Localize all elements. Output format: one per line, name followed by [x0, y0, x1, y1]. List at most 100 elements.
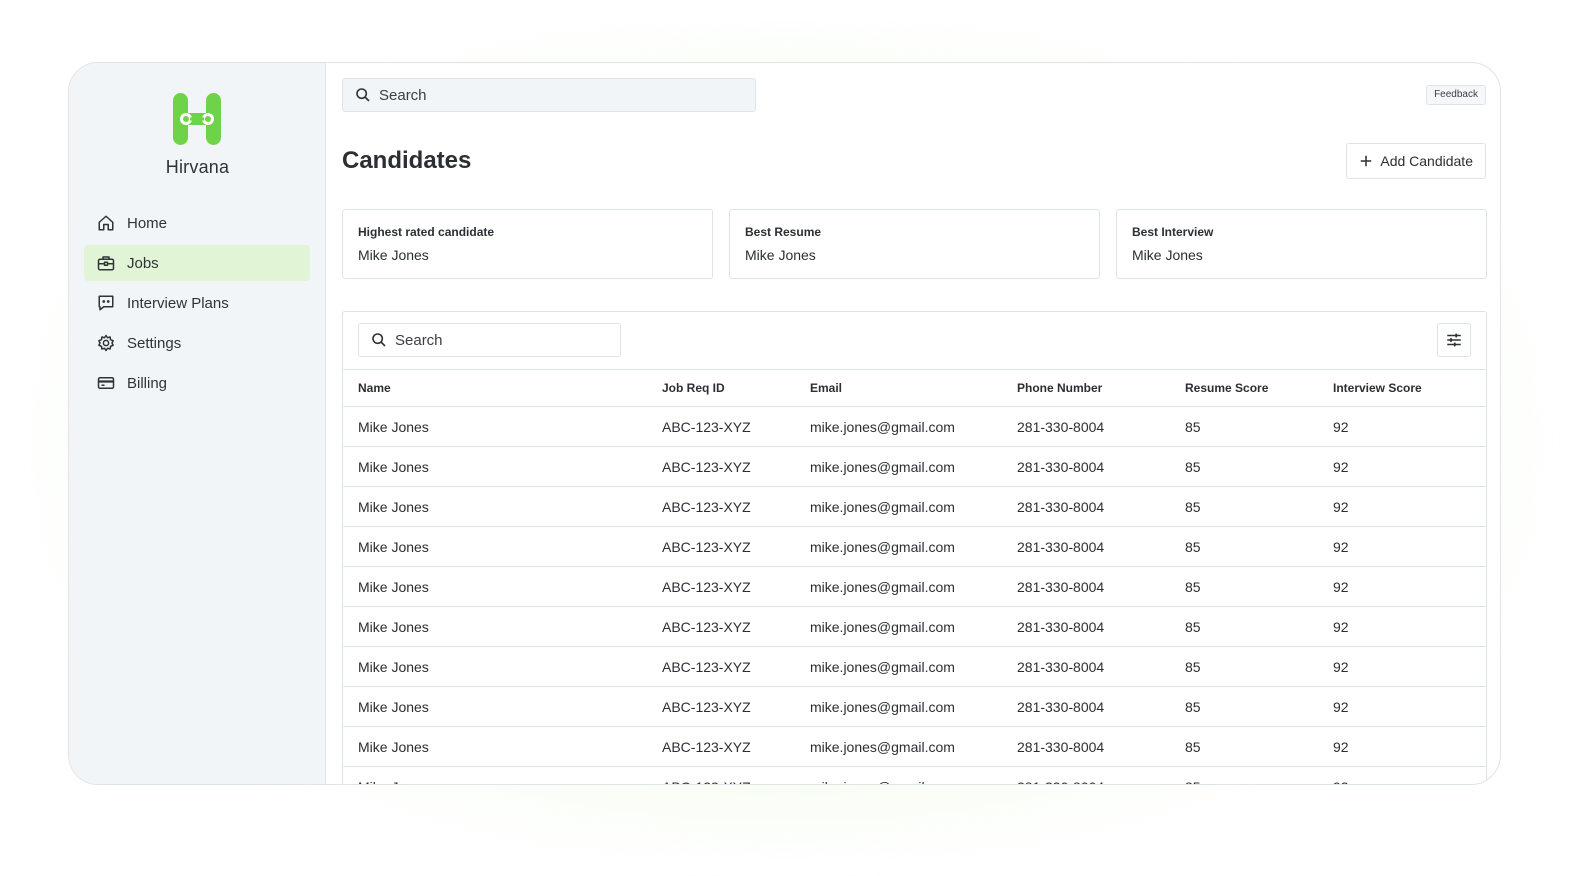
- cell-email: mike.jones@gmail.com: [795, 406, 1002, 447]
- table-row[interactable]: Mike JonesABC-123-XYZmike.jones@gmail.co…: [343, 766, 1486, 784]
- column-header-resume-score[interactable]: Resume Score: [1170, 369, 1318, 407]
- column-header-phone-number[interactable]: Phone Number: [1002, 369, 1170, 407]
- feedback-button[interactable]: Feedback: [1426, 85, 1486, 105]
- table-row[interactable]: Mike JonesABC-123-XYZmike.jones@gmail.co…: [343, 606, 1486, 647]
- cell-name: Mike Jones: [343, 406, 647, 447]
- cell-interview-score: 92: [1318, 726, 1486, 767]
- sidebar-nav: Home Jobs Interview Plans Settings Billi…: [84, 205, 310, 405]
- add-candidate-button[interactable]: Add Candidate: [1346, 143, 1486, 179]
- cell-email: mike.jones@gmail.com: [795, 766, 1002, 784]
- table-row[interactable]: Mike JonesABC-123-XYZmike.jones@gmail.co…: [343, 406, 1486, 447]
- card-label: Best Resume: [745, 225, 822, 239]
- card-value: Mike Jones: [1132, 247, 1203, 263]
- cell-phone-number: 281-330-8004: [1002, 606, 1170, 647]
- table-row[interactable]: Mike JonesABC-123-XYZmike.jones@gmail.co…: [343, 686, 1486, 727]
- candidates-table-panel: Search Name Job Req ID Email Phone Numbe…: [342, 311, 1487, 784]
- cell-resume-score: 85: [1170, 726, 1318, 767]
- summary-cards: Highest rated candidate Mike Jones Best …: [342, 209, 1487, 279]
- column-header-interview-score[interactable]: Interview Score: [1318, 369, 1486, 407]
- summary-card-best-resume: Best Resume Mike Jones: [729, 209, 1100, 279]
- cell-phone-number: 281-330-8004: [1002, 726, 1170, 767]
- cell-email: mike.jones@gmail.com: [795, 566, 1002, 607]
- card-label: Highest rated candidate: [358, 225, 495, 239]
- candidates-table: Name Job Req ID Email Phone Number Resum…: [343, 369, 1486, 784]
- cell-name: Mike Jones: [343, 566, 647, 607]
- table-search-input[interactable]: Search: [358, 323, 621, 357]
- summary-card-best-interview: Best Interview Mike Jones: [1116, 209, 1487, 279]
- card-value: Mike Jones: [745, 247, 816, 263]
- sidebar-item-settings[interactable]: Settings: [84, 325, 310, 361]
- sidebar-item-billing[interactable]: Billing: [84, 365, 310, 401]
- table-header-row: Name Job Req ID Email Phone Number Resum…: [343, 369, 1486, 407]
- app-window: Hirvana Home Jobs Interview Plans Settin…: [68, 62, 1501, 785]
- filter-button[interactable]: [1437, 323, 1471, 357]
- card-value: Mike Jones: [358, 247, 429, 263]
- column-header-job-req-id[interactable]: Job Req ID: [647, 369, 795, 407]
- cell-email: mike.jones@gmail.com: [795, 446, 1002, 487]
- home-icon: [96, 213, 116, 233]
- table-row[interactable]: Mike JonesABC-123-XYZmike.jones@gmail.co…: [343, 566, 1486, 607]
- cell-resume-score: 85: [1170, 406, 1318, 447]
- page-title: Candidates: [342, 147, 472, 174]
- cell-interview-score: 92: [1318, 766, 1486, 784]
- cell-job-req-id: ABC-123-XYZ: [647, 726, 795, 767]
- search-placeholder: Search: [379, 86, 427, 104]
- cell-name: Mike Jones: [343, 726, 647, 767]
- cell-phone-number: 281-330-8004: [1002, 406, 1170, 447]
- cell-resume-score: 85: [1170, 526, 1318, 567]
- cell-phone-number: 281-330-8004: [1002, 486, 1170, 527]
- cell-job-req-id: ABC-123-XYZ: [647, 406, 795, 447]
- table-row[interactable]: Mike JonesABC-123-XYZmike.jones@gmail.co…: [343, 646, 1486, 687]
- cell-job-req-id: ABC-123-XYZ: [647, 606, 795, 647]
- search-placeholder: Search: [395, 331, 443, 349]
- cell-email: mike.jones@gmail.com: [795, 646, 1002, 687]
- sidebar-item-interview-plans[interactable]: Interview Plans: [84, 285, 310, 321]
- cell-email: mike.jones@gmail.com: [795, 686, 1002, 727]
- cell-job-req-id: ABC-123-XYZ: [647, 566, 795, 607]
- cell-job-req-id: ABC-123-XYZ: [647, 686, 795, 727]
- gear-icon: [96, 333, 116, 353]
- table-body: Mike Jones ABC-123-XYZ mike.jones@gmail.co…: [343, 406, 1486, 784]
- search-icon: [371, 332, 387, 348]
- table-row[interactable]: Mike JonesABC-123-XYZmike.jones@gmail.co…: [343, 446, 1486, 487]
- cell-phone-number: 281-330-8004: [1002, 686, 1170, 727]
- cell-interview-score: 92: [1318, 646, 1486, 687]
- cell-name: Mike Jones: [343, 646, 647, 687]
- sidebar-item-label: Settings: [127, 334, 182, 352]
- hirvana-logo-icon: [173, 93, 221, 145]
- column-header-name[interactable]: Name: [343, 369, 647, 407]
- cell-job-req-id: ABC-123-XYZ: [647, 646, 795, 687]
- sidebar-item-label: Home: [127, 214, 168, 232]
- global-search-input[interactable]: Search: [342, 78, 756, 112]
- cell-resume-score: 85: [1170, 606, 1318, 647]
- table-row[interactable]: Mike JonesABC-123-XYZmike.jones@gmail.co…: [343, 726, 1486, 767]
- sliders-icon: [1447, 333, 1461, 347]
- sidebar-item-label: Jobs: [127, 254, 159, 272]
- cell-name: Mike Jones: [343, 526, 647, 567]
- cell-name: Mike Jones: [343, 686, 647, 727]
- cell-name: Mike Jones: [343, 486, 647, 527]
- cell-resume-score: 85: [1170, 486, 1318, 527]
- table-row[interactable]: Mike JonesABC-123-XYZmike.jones@gmail.co…: [343, 486, 1486, 527]
- table-row[interactable]: Mike JonesABC-123-XYZmike.jones@gmail.co…: [343, 526, 1486, 567]
- cell-interview-score: 92: [1318, 566, 1486, 607]
- card-label: Best Interview: [1132, 225, 1214, 239]
- cell-phone-number: 281-330-8004: [1002, 766, 1170, 784]
- sidebar-item-home[interactable]: Home: [84, 205, 310, 241]
- cell-resume-score: 85: [1170, 566, 1318, 607]
- cell-phone-number: 281-330-8004: [1002, 526, 1170, 567]
- cell-interview-score: 92: [1318, 526, 1486, 567]
- cell-resume-score: 85: [1170, 646, 1318, 687]
- column-header-email[interactable]: Email: [795, 369, 1002, 407]
- cell-interview-score: 92: [1318, 686, 1486, 727]
- sidebar-item-jobs[interactable]: Jobs: [84, 245, 310, 281]
- cell-name: Mike Jones: [343, 446, 647, 487]
- cell-interview-score: 92: [1318, 406, 1486, 447]
- cell-phone-number: 281-330-8004: [1002, 646, 1170, 687]
- cell-job-req-id: ABC-123-XYZ: [647, 486, 795, 527]
- cell-phone-number: 281-330-8004: [1002, 446, 1170, 487]
- cell-phone-number: 281-330-8004: [1002, 566, 1170, 607]
- cell-resume-score: 85: [1170, 766, 1318, 784]
- sidebar-item-label: Interview Plans: [127, 294, 229, 312]
- cell-job-req-id: ABC-123-XYZ: [647, 766, 795, 784]
